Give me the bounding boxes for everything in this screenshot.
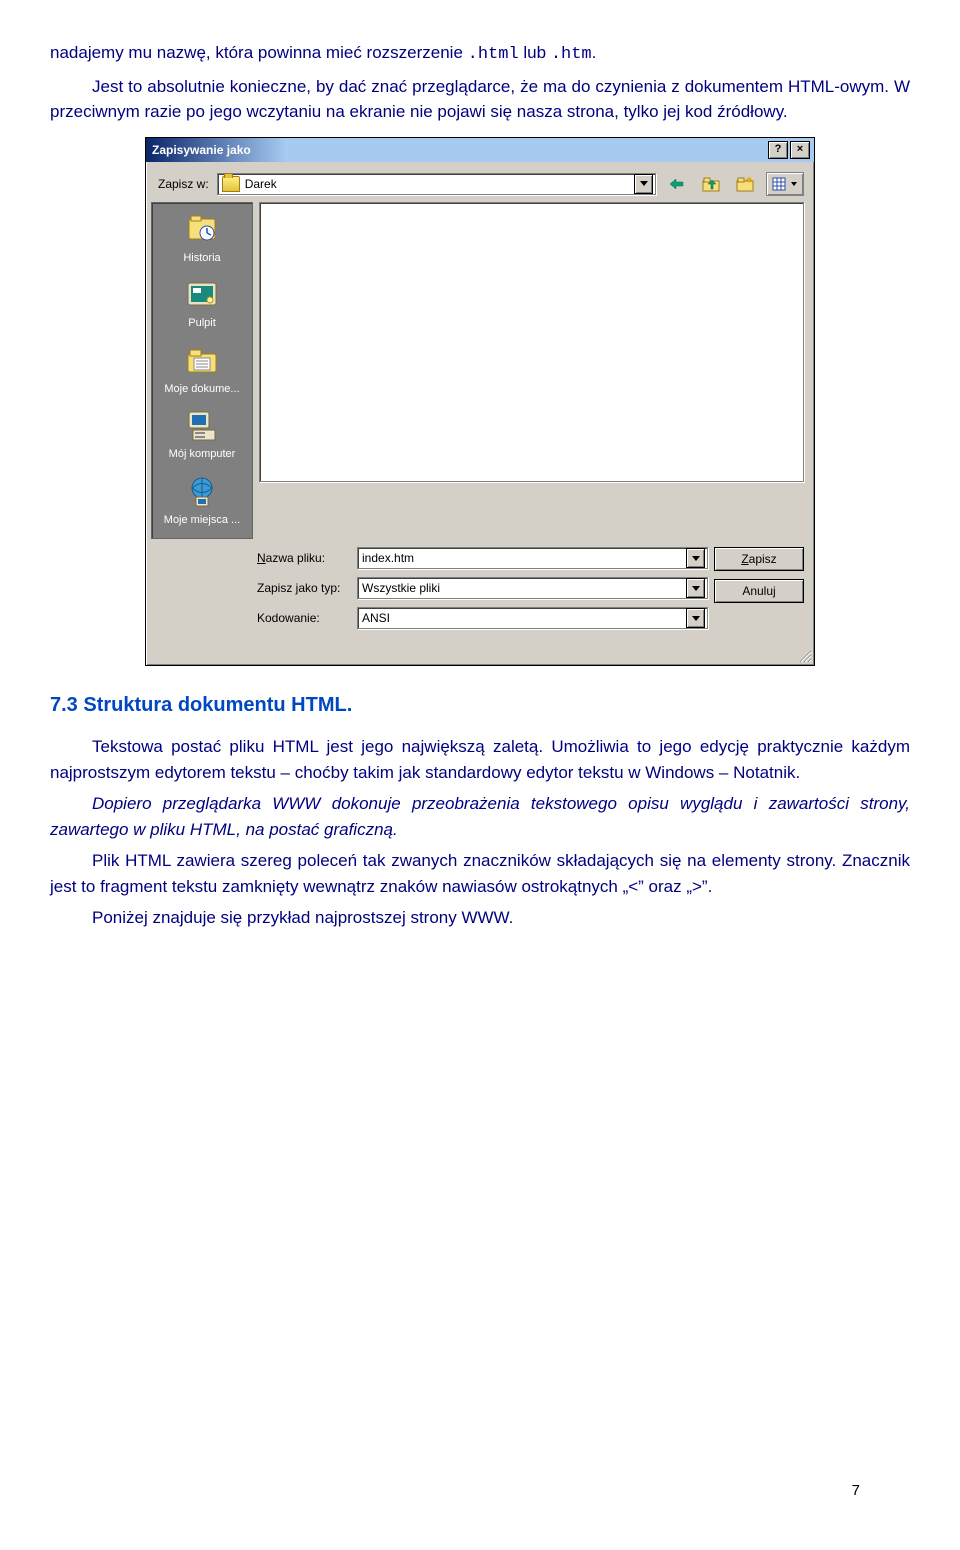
save-in-label: Zapisz w: (158, 175, 209, 193)
new-folder-button[interactable] (732, 172, 758, 196)
save-underline: Z (741, 550, 748, 568)
save-in-combo[interactable]: Darek (217, 173, 656, 195)
places-label: Historia (183, 252, 220, 264)
cancel-button[interactable]: Anuluj (714, 579, 804, 603)
history-icon (185, 213, 219, 247)
places-myplaces[interactable]: Moje miejsca ... (156, 471, 248, 535)
text: . (592, 43, 597, 62)
dialog-title: Zapisywanie jako (152, 141, 251, 159)
encoding-value: ANSI (362, 609, 686, 627)
paragraph-1: nadajemy mu nazwę, która powinna mieć ro… (50, 40, 910, 68)
places-label: Moje miejsca ... (164, 514, 240, 526)
text: lub (523, 43, 546, 62)
paragraph-2: Jest to absolutnie konieczne, by dać zna… (50, 74, 910, 125)
folder-icon (222, 176, 240, 192)
encoding-combo[interactable]: ANSI (357, 607, 708, 629)
paragraph-4: Dopiero przeglądarka WWW dokonuje przeob… (50, 791, 910, 842)
folder-icon (185, 344, 219, 378)
back-button[interactable] (664, 172, 690, 196)
computer-icon (185, 409, 219, 443)
places-bar: Historia Pulpit Moje dokume... Mój kompu… (151, 202, 253, 540)
places-label: Pulpit (188, 317, 216, 329)
chevron-down-icon[interactable] (686, 578, 705, 598)
places-mydocuments[interactable]: Moje dokume... (156, 340, 248, 404)
text: nadajemy mu nazwę, która powinna mieć ro… (50, 43, 463, 62)
help-button[interactable]: ? (768, 141, 788, 159)
ext-html: .html (468, 45, 519, 64)
resize-grip[interactable] (146, 649, 814, 665)
save-in-value: Darek (245, 175, 634, 193)
paragraph-6: Poniżej znajduje się przykład najprostsz… (50, 905, 910, 931)
close-button[interactable]: × (790, 141, 810, 159)
filename-input[interactable]: index.htm (357, 547, 708, 569)
filetype-label: Zapisz jako typ: (257, 579, 347, 597)
view-menu-button[interactable] (766, 172, 804, 196)
dialog-titlebar: Zapisywanie jako ? × (146, 138, 814, 162)
save-button[interactable]: Zapisz (714, 547, 804, 571)
chevron-down-icon[interactable] (686, 548, 705, 568)
paragraph-5: Plik HTML zawiera szereg poleceń tak zwa… (50, 848, 910, 899)
save-rest: apisz (749, 550, 777, 568)
chevron-down-icon[interactable] (686, 608, 705, 628)
filetype-value: Wszystkie pliki (362, 579, 686, 597)
up-folder-button[interactable] (698, 172, 724, 196)
places-history[interactable]: Historia (156, 209, 248, 273)
encoding-label: Kodowanie: (257, 609, 347, 627)
places-mycomputer[interactable]: Mój komputer (156, 405, 248, 469)
places-label: Mój komputer (169, 448, 236, 460)
paragraph-3: Tekstowa postać pliku HTML jest jego naj… (50, 734, 910, 785)
section-heading: 7.3 Struktura dokumentu HTML. (50, 690, 910, 720)
ext-htm: .htm (551, 45, 592, 64)
desktop-icon (185, 278, 219, 312)
filename-label: NNazwa pliku:azwa pliku: (257, 549, 347, 567)
save-as-dialog: Zapisywanie jako ? × Zapisz w: Darek (145, 137, 815, 667)
network-icon (185, 475, 219, 509)
places-label: Moje dokume... (164, 383, 239, 395)
chevron-down-icon[interactable] (634, 174, 653, 194)
filename-value: index.htm (362, 549, 686, 567)
places-desktop[interactable]: Pulpit (156, 274, 248, 338)
page-number: 7 (852, 1480, 860, 1503)
filetype-combo[interactable]: Wszystkie pliki (357, 577, 708, 599)
file-listing[interactable] (259, 202, 804, 482)
